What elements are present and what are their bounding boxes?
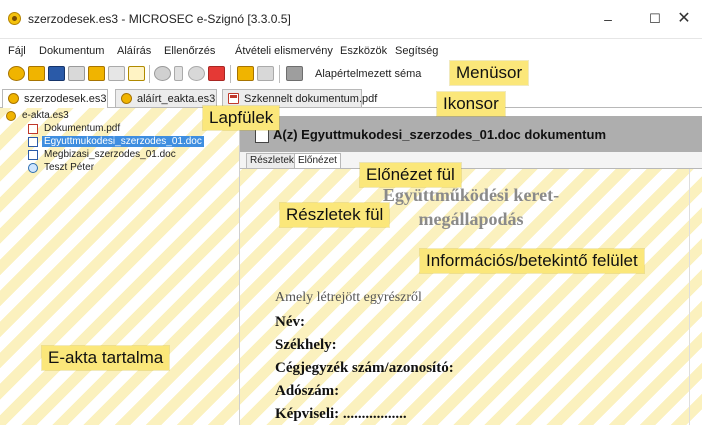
tree-item-label: Egyuttmukodesi_szerzodes_01.doc xyxy=(42,136,204,147)
pdf-icon xyxy=(228,93,239,104)
menu-item-atveteli-elismerveny[interactable]: Átvételi elismervény xyxy=(235,45,333,57)
menu-item-eszkozok[interactable]: Eszközök xyxy=(340,45,387,57)
eakta-icon xyxy=(6,111,16,121)
tree-item-label: Teszt Péter xyxy=(44,162,95,173)
callout-lapfulek: Lapfülek xyxy=(203,106,280,130)
eakta-icon xyxy=(8,93,19,104)
menu-item-segitseg[interactable]: Segítség xyxy=(395,45,438,57)
tree-item-label: Dokumentum.pdf xyxy=(44,123,121,134)
edit-icon[interactable] xyxy=(257,66,274,81)
window-title: szerzodesek.es3 - MICROSEC e-Szignó [3.3… xyxy=(28,12,291,26)
toolbar: Alapértelmezett séma xyxy=(0,61,702,87)
app-logo-icon xyxy=(8,12,21,25)
preview-field-kepviseli: Képviseli: ................. xyxy=(275,406,407,422)
save-icon[interactable] xyxy=(48,66,65,81)
preview-field-szekhely: Székhely: xyxy=(275,337,337,353)
star-icon[interactable] xyxy=(188,66,205,81)
tab-elonezet[interactable]: Előnézet xyxy=(294,153,341,168)
tab-label: aláírt_eakta.es3 xyxy=(137,93,216,105)
preview-scrollbar[interactable] xyxy=(689,169,702,425)
menu-item-alairas[interactable]: Aláírás xyxy=(117,45,151,57)
add-document-icon[interactable] xyxy=(88,66,105,81)
preview-field-nev: Név: xyxy=(275,314,305,330)
document-header: A(z) Egyuttmukodesi_szerzodes_01.doc dok… xyxy=(240,116,702,153)
tab-szkennelt-dokumentum[interactable]: Szkennelt dokumentum.pdf xyxy=(222,89,377,107)
preview-field-adoszam: Adószám: xyxy=(275,383,340,399)
check-icon[interactable] xyxy=(208,66,225,81)
folder-sign-icon[interactable] xyxy=(237,66,254,81)
new-folder-icon[interactable] xyxy=(28,66,45,81)
callout-ikonsor: Ikonsor xyxy=(437,92,505,116)
close-button[interactable]: ✕ xyxy=(664,6,702,32)
tab-label: szerzodesek.es3 xyxy=(24,93,107,105)
doc-icon xyxy=(28,150,38,160)
tab-bar: szerzodesek.es3 aláírt_eakta.es3 Szkenne… xyxy=(0,87,702,108)
menu-bar: Fájl Dokumentum Aláírás Ellenőrzés Átvét… xyxy=(0,42,702,60)
eakta-tree-panel: e-akta.es3 Dokumentum.pdf Egyuttmukodesi… xyxy=(0,108,240,425)
open-folder-icon[interactable] xyxy=(8,66,25,81)
schema-label[interactable]: Alapértelmezett séma xyxy=(315,68,421,80)
callout-reszletek-ful: Részletek fül xyxy=(280,203,390,227)
toolbar-separator xyxy=(230,65,231,83)
eakta-icon xyxy=(121,93,132,104)
tree-item-label: Megbizasi_szerzodes_01.doc xyxy=(44,149,176,160)
preview-intro: Amely létrejött egyrészről xyxy=(275,290,422,305)
tab-szerzodesek[interactable]: szerzodesek.es3 xyxy=(2,89,108,108)
person-icon xyxy=(28,163,38,173)
document-icon[interactable] xyxy=(108,66,125,81)
menu-item-dokumentum[interactable]: Dokumentum xyxy=(39,45,104,57)
tab-alairt-eakta[interactable]: aláírt_eakta.es3 xyxy=(115,89,217,107)
toolbar-separator xyxy=(149,65,150,83)
verify-icon[interactable] xyxy=(154,66,171,81)
callout-informacios-felulet: Információs/betekintő felület xyxy=(420,249,644,273)
subtab-bar: Részletek Előnézet xyxy=(240,152,702,169)
doc-icon xyxy=(28,137,38,147)
sign-icon[interactable] xyxy=(68,66,85,81)
document-title: A(z) Egyuttmukodesi_szerzodes_01.doc dok… xyxy=(273,127,607,142)
schema-icon[interactable] xyxy=(286,66,303,81)
envelope-icon[interactable] xyxy=(128,66,145,81)
title-bar: szerzodesek.es3 - MICROSEC e-Szignó [3.3… xyxy=(0,0,702,39)
callout-elonezet-ful: Előnézet fül xyxy=(360,163,461,187)
dropdown-arrow-icon[interactable] xyxy=(174,66,183,81)
menu-item-fajl[interactable]: Fájl xyxy=(8,45,26,57)
tab-reszletek[interactable]: Részletek xyxy=(246,153,298,168)
menu-item-ellenorzes[interactable]: Ellenőrzés xyxy=(164,45,215,57)
tree-item-label: e-akta.es3 xyxy=(22,110,69,121)
callout-menusor: Menüsor xyxy=(450,61,529,85)
preview-field-cegjegyzek: Cégjegyzék szám/azonosító: xyxy=(275,360,454,376)
pdf-icon xyxy=(28,124,38,134)
callout-eakta-tartalma: E-akta tartalma xyxy=(42,346,170,370)
minimize-button[interactable]: – xyxy=(588,6,628,32)
tab-label: Szkennelt dokumentum.pdf xyxy=(244,93,378,105)
toolbar-separator xyxy=(279,65,280,83)
